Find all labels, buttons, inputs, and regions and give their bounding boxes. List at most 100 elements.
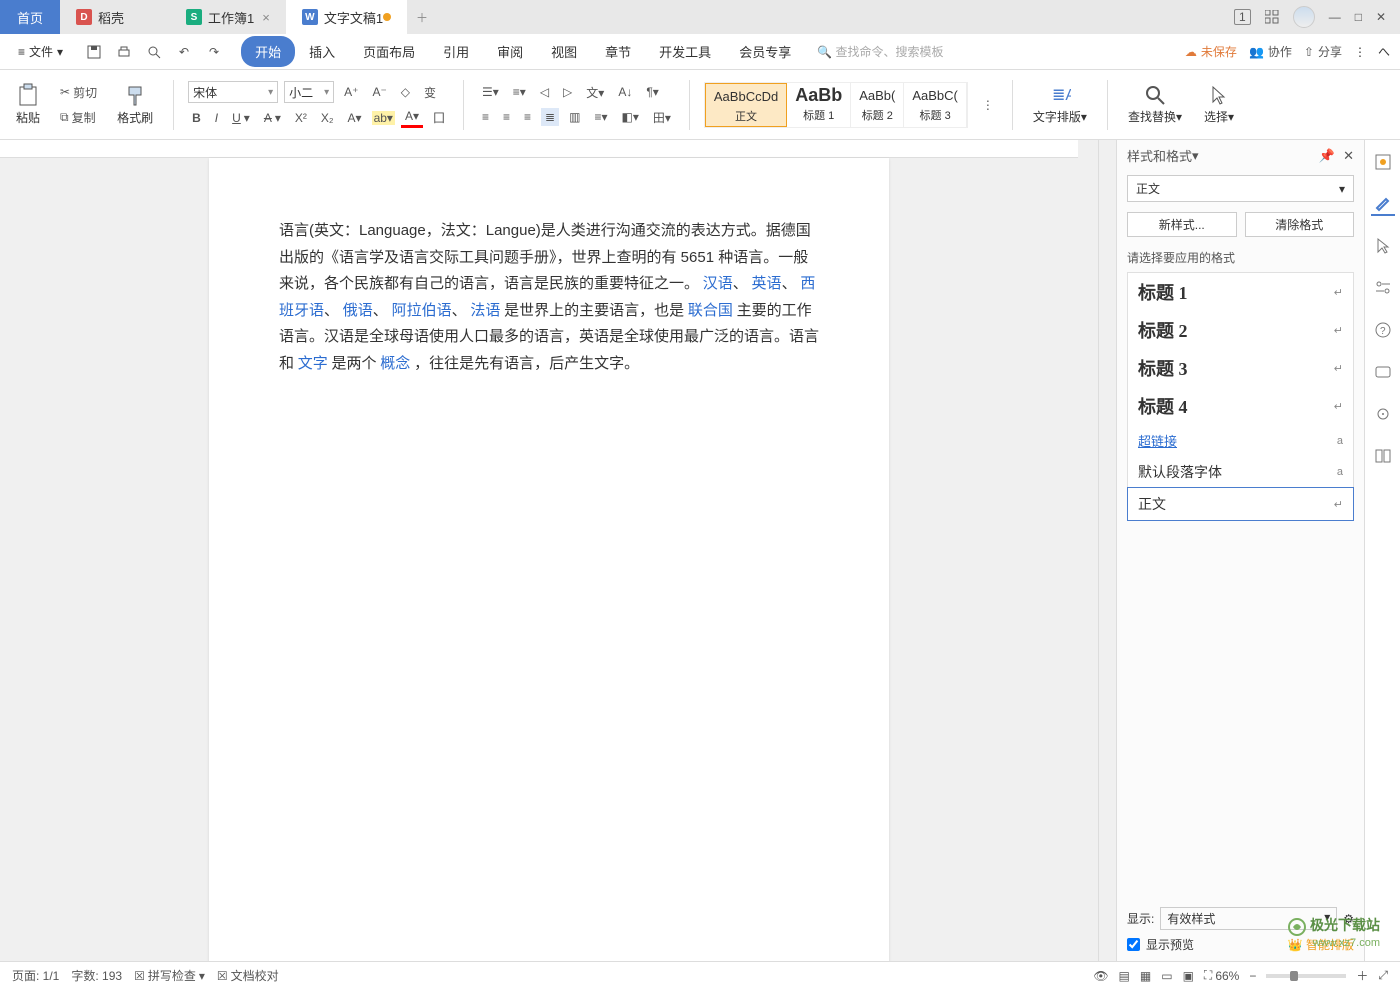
tab-add-button[interactable]: ＋ — [407, 0, 437, 34]
style-item-h2[interactable]: 标题 2↵ — [1128, 311, 1353, 349]
select-button[interactable]: 选择▾ — [1198, 82, 1240, 127]
font-color-button[interactable]: A▾ — [401, 107, 423, 128]
collapse-ribbon-icon[interactable]: へ — [1378, 43, 1390, 60]
current-style-select[interactable]: 正文▾ — [1127, 175, 1354, 202]
search-commands[interactable]: 🔍 查找命令、搜索模板 — [809, 39, 951, 64]
text-layout-button[interactable]: ≣A 文字排版▾ — [1027, 82, 1093, 127]
format-painter-button[interactable]: 格式刷 — [111, 81, 159, 128]
print-button[interactable] — [113, 41, 135, 63]
align-justify-button[interactable]: ≣ — [541, 108, 559, 126]
font-name-select[interactable]: 宋体 — [188, 81, 278, 103]
style-item-default-font[interactable]: 默认段落字体a — [1128, 456, 1353, 488]
scrollbar[interactable] — [1098, 140, 1116, 961]
view-web-icon[interactable]: ▣ — [1183, 969, 1194, 983]
new-style-button[interactable]: 新样式... — [1127, 212, 1237, 237]
ribbon-tab-view[interactable]: 视图 — [537, 36, 591, 67]
view-outline-icon[interactable]: ▦ — [1140, 969, 1151, 983]
tab-sheet[interactable]: S 工作簿1 × — [170, 0, 286, 34]
tab-home[interactable]: 首页 — [0, 0, 60, 34]
sidetab-ai[interactable] — [1371, 360, 1395, 384]
window-count-icon[interactable]: 1 — [1234, 9, 1251, 25]
zoom-fit-icon[interactable]: ⛶ 66% — [1204, 968, 1239, 983]
cut-button[interactable]: ✂剪切 — [56, 82, 101, 103]
proofread-button[interactable]: ☒ 文档校对 — [217, 967, 279, 984]
align-left-button[interactable]: ≡ — [478, 108, 493, 126]
ribbon-tab-layout[interactable]: 页面布局 — [349, 36, 429, 67]
sidetab-help[interactable]: ? — [1371, 318, 1395, 342]
pin-icon[interactable]: 📌 — [1319, 148, 1335, 164]
style-item-body[interactable]: 正文↵ — [1127, 487, 1354, 521]
clear-format-button[interactable]: ◇ — [397, 83, 414, 101]
bold-button[interactable]: B — [188, 109, 205, 127]
maximize-button[interactable]: □ — [1355, 10, 1362, 24]
link-french[interactable]: 法语 — [470, 302, 500, 319]
copy-button[interactable]: ⧉复制 — [56, 107, 101, 128]
ribbon-tab-references[interactable]: 引用 — [429, 36, 483, 67]
page-indicator[interactable]: 页面: 1/1 — [12, 967, 59, 984]
highlight-button[interactable]: ab▾ — [372, 111, 395, 125]
link-concept[interactable]: 概念 — [380, 355, 410, 372]
link-english[interactable]: 英语 — [752, 275, 782, 292]
style-h3[interactable]: AaBbC(标题 3 — [904, 83, 967, 127]
align-distribute-button[interactable]: ▥ — [565, 108, 584, 126]
style-gallery[interactable]: AaBbCcDd正文 AaBb标题 1 AaBb(标题 2 AaBbC(标题 3 — [704, 82, 968, 128]
italic-button[interactable]: I — [211, 109, 222, 127]
panel-close-icon[interactable]: ✕ — [1343, 148, 1354, 164]
ribbon-tab-insert[interactable]: 插入 — [295, 36, 349, 67]
preview-checkbox[interactable] — [1127, 938, 1140, 951]
page[interactable]: 语言(英文：Language，法文：Langue)是人类进行沟通交流的表达方式。… — [209, 158, 889, 961]
zoom-in-button[interactable]: ＋ — [1356, 967, 1368, 984]
link-un[interactable]: 联合国 — [688, 302, 733, 319]
style-item-h1[interactable]: 标题 1↵ — [1128, 273, 1353, 311]
fullscreen-icon[interactable]: ⤢ — [1378, 968, 1388, 983]
ribbon-tab-review[interactable]: 审阅 — [483, 36, 537, 67]
borders-button[interactable]: 田▾ — [649, 107, 675, 128]
more-icon[interactable]: ⋮ — [1354, 45, 1366, 59]
pinyin-button[interactable]: 变 — [420, 82, 440, 103]
link-chinese[interactable]: 汉语 — [703, 275, 733, 292]
find-replace-button[interactable]: 查找替换▾ — [1122, 82, 1188, 127]
word-count[interactable]: 字数: 193 — [71, 967, 122, 984]
font-size-select[interactable]: 小二 — [284, 81, 334, 103]
link-russian[interactable]: 俄语 — [343, 302, 373, 319]
shading-button[interactable]: ◧▾ — [617, 108, 642, 126]
ribbon-tab-member[interactable]: 会员专享 — [725, 36, 805, 67]
sidetab-template[interactable] — [1371, 150, 1395, 174]
unsaved-button[interactable]: ☁未保存 — [1185, 43, 1237, 60]
asian-layout-button[interactable]: 文▾ — [582, 82, 608, 103]
sidetab-settings[interactable] — [1371, 276, 1395, 300]
sidetab-styles[interactable] — [1371, 192, 1395, 216]
tab-doc-active[interactable]: W 文字文稿1 — [286, 0, 407, 34]
eye-mode-icon[interactable]: 👁 — [1093, 969, 1108, 983]
sidetab-select[interactable] — [1371, 234, 1395, 258]
bullets-button[interactable]: ☰▾ — [478, 83, 503, 101]
save-button[interactable] — [83, 41, 105, 63]
zoom-slider[interactable] — [1266, 974, 1346, 978]
superscript-button[interactable]: X² — [291, 109, 311, 127]
ribbon-tab-start[interactable]: 开始 — [241, 36, 295, 67]
zoom-out-button[interactable]: − — [1249, 969, 1256, 983]
style-body[interactable]: AaBbCcDd正文 — [705, 83, 787, 127]
underline-button[interactable]: U▾ — [228, 109, 254, 127]
preview-button[interactable] — [143, 41, 165, 63]
file-menu[interactable]: ≡ 文件 ▾ — [10, 39, 71, 64]
style-h1[interactable]: AaBb标题 1 — [787, 83, 851, 127]
tab-docer[interactable]: D 稻壳 — [60, 0, 170, 34]
style-h2[interactable]: AaBb(标题 2 — [851, 83, 904, 127]
style-item-h4[interactable]: 标题 4↵ — [1128, 387, 1353, 425]
char-border-button[interactable]: 囗 — [429, 107, 449, 128]
align-right-button[interactable]: ≡ — [520, 108, 535, 126]
paste-button[interactable]: 粘贴 — [10, 81, 46, 128]
link-writing[interactable]: 文字 — [298, 355, 328, 372]
numbering-button[interactable]: ≡▾ — [509, 83, 530, 101]
close-button[interactable]: ✕ — [1376, 10, 1386, 24]
view-read-icon[interactable]: ▭ — [1161, 969, 1172, 983]
increase-font-button[interactable]: A⁺ — [340, 83, 362, 101]
style-gallery-more[interactable]: ⋮ — [978, 96, 998, 114]
show-marks-button[interactable]: ¶▾ — [642, 83, 662, 101]
document-text[interactable]: 语言(英文：Language，法文：Langue)是人类进行沟通交流的表达方式。… — [279, 218, 819, 377]
align-center-button[interactable]: ≡ — [499, 108, 514, 126]
decrease-font-button[interactable]: A⁻ — [368, 83, 390, 101]
sidetab-outline[interactable] — [1371, 444, 1395, 468]
close-icon[interactable]: × — [262, 10, 270, 25]
